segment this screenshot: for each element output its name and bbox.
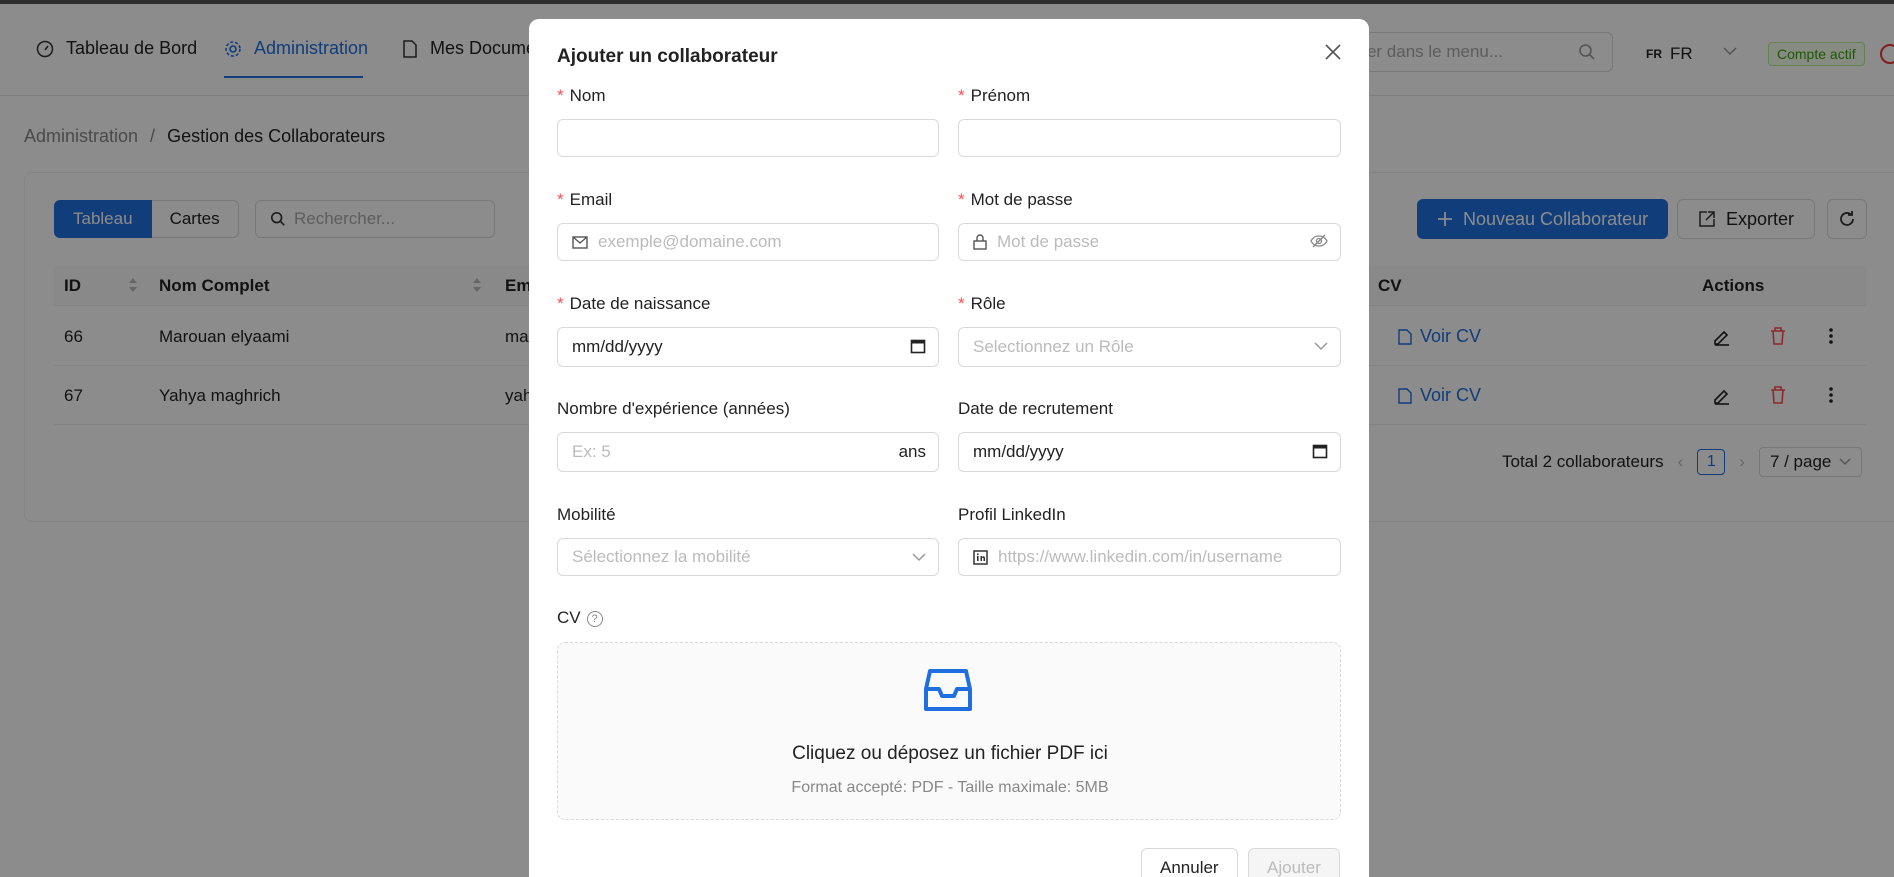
cv-label-text: CV: [557, 608, 581, 627]
add-button[interactable]: Ajouter: [1248, 848, 1340, 877]
password-field[interactable]: Mot de passe: [958, 223, 1341, 261]
inbox-icon: [924, 667, 972, 713]
lock-icon: [973, 234, 987, 250]
chevron-down-icon: [912, 553, 926, 562]
linkedin-label: Profil LinkedIn: [958, 505, 1066, 524]
mobility-placeholder: Sélectionnez la mobilité: [572, 547, 751, 566]
prenom-field[interactable]: [958, 119, 1341, 157]
prenom-label: * Prénom: [958, 86, 1031, 105]
help-icon[interactable]: ?: [586, 610, 603, 627]
nom-label: * Nom: [557, 86, 606, 105]
calendar-icon[interactable]: [1312, 443, 1328, 459]
birthdate-value: mm/dd/yyyy: [572, 337, 663, 356]
email-field[interactable]: exemple@domaine.com: [557, 223, 939, 261]
experience-field[interactable]: Ex: 5 ans: [557, 432, 939, 472]
upload-hint: Format accepté: PDF - Taille maximale: 5…: [791, 779, 1109, 796]
password-placeholder: Mot de passe: [997, 232, 1100, 251]
prenom-label-text: Prénom: [970, 86, 1031, 105]
chevron-down-icon: [1314, 342, 1328, 351]
calendar-icon[interactable]: [910, 338, 926, 354]
close-icon[interactable]: [1324, 43, 1342, 61]
experience-placeholder: Ex: 5: [572, 442, 611, 461]
email-label-text: Email: [569, 190, 613, 209]
password-label: * Mot de passe: [958, 190, 1073, 209]
birthdate-label: * Date de naissance: [557, 294, 711, 313]
role-label-text: Rôle: [970, 294, 1006, 313]
linkedin-field[interactable]: https://www.linkedin.com/in/username: [958, 538, 1341, 576]
email-label: * Email: [557, 190, 613, 209]
experience-suffix: ans: [898, 442, 926, 461]
role-label: * Rôle: [958, 294, 1006, 313]
upload-text: Cliquez ou déposez un fichier PDF ici: [792, 743, 1108, 764]
nom-label-text: Nom: [569, 86, 606, 105]
nom-field[interactable]: [557, 119, 939, 157]
mobility-label: Mobilité: [557, 505, 616, 524]
birthdate-field[interactable]: mm/dd/yyyy: [557, 327, 939, 367]
eye-invisible-icon[interactable]: [1310, 234, 1328, 248]
role-placeholder: Selectionnez un Rôle: [973, 337, 1134, 356]
password-label-text: Mot de passe: [970, 190, 1073, 209]
role-select[interactable]: Selectionnez un Rôle: [958, 327, 1341, 367]
recruitment-date-field[interactable]: mm/dd/yyyy: [958, 432, 1341, 472]
cancel-button[interactable]: Annuler: [1141, 848, 1238, 877]
linkedin-icon: [973, 549, 988, 565]
mobility-select[interactable]: Sélectionnez la mobilité: [557, 538, 939, 576]
add-collaborator-modal: Ajouter un collaborateur * Nom * Prénom * E…: [529, 19, 1369, 877]
cv-label: CV?: [557, 608, 603, 628]
recruitment-date-label: Date de recrutement: [958, 399, 1113, 418]
modal-title: Ajouter un collaborateur: [557, 46, 778, 67]
birthdate-label-text: Date de naissance: [569, 294, 711, 313]
linkedin-placeholder: https://www.linkedin.com/in/username: [998, 547, 1283, 566]
email-placeholder: exemple@domaine.com: [598, 232, 782, 251]
recruitment-date-value: mm/dd/yyyy: [973, 442, 1064, 461]
mail-icon: [572, 235, 588, 249]
cv-upload-dropzone[interactable]: Cliquez ou déposez un fichier PDF ici Fo…: [557, 642, 1341, 820]
experience-label: Nombre d'expérience (années): [557, 399, 790, 418]
